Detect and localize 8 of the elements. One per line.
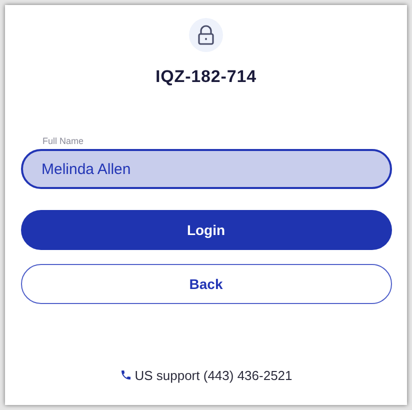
- back-button[interactable]: Back: [20, 264, 392, 304]
- login-button[interactable]: Login: [20, 210, 392, 250]
- page-title: IQZ-182-714: [155, 66, 257, 88]
- field-label: Full Name: [42, 134, 84, 148]
- lock-icon: [189, 18, 223, 52]
- phone-icon: [120, 369, 132, 382]
- support-phone-text: US support (443) 436-2521: [134, 366, 292, 385]
- name-field[interactable]: Melinda Allen: [20, 149, 392, 189]
